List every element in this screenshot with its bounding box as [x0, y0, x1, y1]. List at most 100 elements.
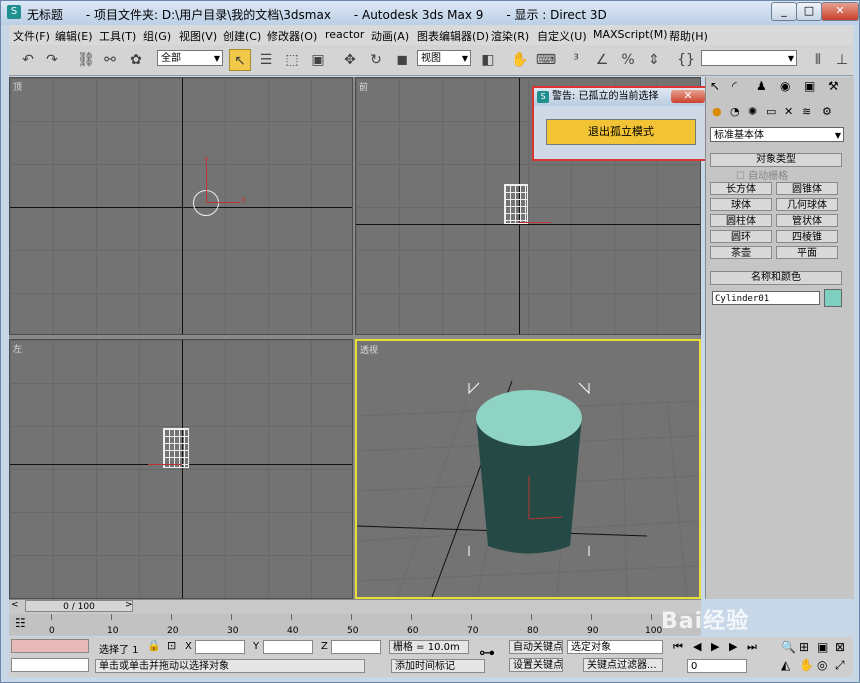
modify-tab-icon[interactable]: ◜: [732, 79, 737, 93]
helpers-icon[interactable]: ✕: [784, 105, 793, 118]
scale-icon[interactable]: ◼: [391, 49, 413, 71]
snaps-toggle-icon[interactable]: ³: [565, 49, 587, 71]
reference-coordinate-dropdown[interactable]: 视图 ▼: [417, 50, 471, 66]
key-mode-dropdown[interactable]: 选定对象: [567, 640, 663, 654]
hierarchy-tab-icon[interactable]: ♟: [756, 79, 767, 93]
selection-filter-dropdown[interactable]: 全部 ▼: [157, 50, 223, 66]
viewport-perspective[interactable]: 透视: [355, 339, 701, 599]
menu-reactor[interactable]: reactor: [325, 28, 364, 41]
viewport-label-left[interactable]: 左: [13, 342, 22, 355]
cylinder-button[interactable]: 圆柱体: [710, 214, 772, 227]
time-slider[interactable]: 0 / 100: [25, 600, 133, 612]
move-icon[interactable]: ✥: [339, 49, 361, 71]
time-next-icon[interactable]: >: [125, 600, 133, 610]
cylinder-left-wireframe[interactable]: [163, 428, 189, 468]
window-crossing-icon[interactable]: ▣: [307, 49, 329, 71]
menu-maxscript[interactable]: MAXScript(M): [593, 28, 668, 41]
pivot-center-icon[interactable]: ◧: [477, 49, 499, 71]
object-name-field[interactable]: Cylinder01: [712, 291, 820, 305]
zoom-extents-all-icon[interactable]: ⊠: [835, 640, 845, 654]
current-frame-field[interactable]: 0: [687, 659, 747, 673]
primitive-category-dropdown[interactable]: 标准基本体 ▼: [710, 127, 844, 142]
viewport-top[interactable]: 顶 y x: [9, 77, 353, 335]
undo-icon[interactable]: ↶: [17, 49, 39, 71]
auto-key-button[interactable]: 自动关键点: [509, 640, 563, 654]
minimize-button[interactable]: _: [771, 2, 797, 21]
field-of-view-icon[interactable]: ◭: [781, 658, 790, 672]
maxscript-listener-mini[interactable]: [11, 639, 89, 653]
key-filters-button[interactable]: 关键点过滤器...: [583, 658, 663, 672]
name-color-rollout-header[interactable]: 名称和颜色: [710, 271, 842, 285]
object-color-swatch[interactable]: [824, 289, 842, 307]
go-to-end-icon[interactable]: ⏭: [747, 640, 757, 654]
object-type-rollout-header[interactable]: 对象类型: [710, 153, 842, 167]
cameras-icon[interactable]: ▭: [766, 105, 776, 118]
box-button[interactable]: 长方体: [710, 182, 772, 195]
autogrid-checkbox[interactable]: ☐ 自动栅格: [736, 167, 788, 182]
menu-help[interactable]: 帮助(H): [669, 28, 708, 44]
absolute-mode-icon[interactable]: ⊡: [167, 639, 176, 652]
dialog-titlebar[interactable]: S 警告: 已孤立的当前选择 ✕: [534, 88, 709, 106]
keyboard-shortcut-icon[interactable]: ⌨: [535, 49, 557, 71]
select-and-link-icon[interactable]: ⛓: [75, 49, 97, 71]
time-prev-icon[interactable]: <: [11, 600, 19, 610]
select-by-name-icon[interactable]: ☰: [255, 49, 277, 71]
track-bar[interactable]: ☷ 0 10 20 30 40 50 60 70 80 90 100: [9, 614, 701, 636]
z-coord-field[interactable]: [331, 640, 381, 654]
viewport-left[interactable]: 左: [9, 339, 353, 599]
dialog-close-button[interactable]: ✕: [671, 90, 705, 103]
orbit-icon[interactable]: ◎: [817, 658, 827, 672]
spinner-snap-icon[interactable]: ⇕: [643, 49, 665, 71]
add-time-tag[interactable]: 添加时间标记: [391, 659, 485, 673]
maximize-viewport-icon[interactable]: ⤢: [835, 658, 845, 673]
viewport-label-perspective[interactable]: 透视: [360, 343, 378, 356]
redo-icon[interactable]: ↷: [41, 49, 63, 71]
align-icon[interactable]: ⊥: [831, 49, 853, 71]
viewport-label-top[interactable]: 顶: [13, 80, 22, 93]
geometry-icon[interactable]: ●: [712, 105, 722, 118]
mirror-icon[interactable]: ⫴: [807, 49, 829, 71]
menu-animation[interactable]: 动画(A): [371, 28, 409, 44]
cylinder-shaded[interactable]: [476, 390, 582, 554]
go-to-start-icon[interactable]: ⏮: [673, 640, 683, 654]
create-tab-icon[interactable]: ↖: [710, 79, 720, 93]
named-selection-sets-dropdown[interactable]: ▼: [701, 50, 797, 66]
menu-rendering[interactable]: 渲染(R): [491, 28, 529, 44]
menu-customize[interactable]: 自定义(U): [537, 28, 587, 44]
lights-icon[interactable]: ✺: [748, 105, 757, 118]
teapot-button[interactable]: 茶壶: [710, 246, 772, 259]
pyramid-button[interactable]: 四棱锥: [776, 230, 838, 243]
torus-button[interactable]: 圆环: [710, 230, 772, 243]
systems-icon[interactable]: ⚙: [822, 105, 832, 118]
previous-frame-icon[interactable]: ◀: [693, 640, 701, 653]
close-button[interactable]: ✕: [821, 2, 859, 21]
zoom-icon[interactable]: 🔍: [781, 640, 796, 654]
shapes-icon[interactable]: ◔: [730, 105, 740, 118]
curve-editor-icon[interactable]: ☷: [15, 616, 26, 630]
maxscript-input-mini[interactable]: [11, 658, 89, 672]
bind-space-warp-icon[interactable]: ✿: [125, 49, 147, 71]
3dsmax-app-icon[interactable]: S: [7, 5, 21, 19]
rotate-icon[interactable]: ↻: [365, 49, 387, 71]
utilities-tab-icon[interactable]: ⚒: [828, 79, 839, 93]
sphere-button[interactable]: 球体: [710, 198, 772, 211]
percent-snap-icon[interactable]: %: [617, 49, 639, 71]
x-coord-field[interactable]: [195, 640, 245, 654]
unlink-icon[interactable]: ⚯: [99, 49, 121, 71]
lock-icon[interactable]: 🔒: [147, 639, 161, 652]
menu-file[interactable]: 文件(F): [13, 28, 50, 44]
zoom-all-icon[interactable]: ⊞: [799, 640, 809, 654]
zoom-extents-icon[interactable]: ▣: [817, 640, 828, 654]
angle-snap-icon[interactable]: ∠: [591, 49, 613, 71]
menu-modifiers[interactable]: 修改器(O): [267, 28, 317, 44]
set-key-button[interactable]: 设置关键点: [509, 658, 563, 672]
next-frame-icon[interactable]: ▶: [729, 640, 737, 653]
motion-tab-icon[interactable]: ◉: [780, 79, 790, 93]
menu-graph-editors[interactable]: 图表编辑器(D): [417, 28, 489, 44]
exit-isolation-button[interactable]: 退出孤立模式: [546, 119, 696, 145]
menu-group[interactable]: 组(G): [143, 28, 171, 44]
play-icon[interactable]: ▶: [711, 640, 719, 653]
tube-button[interactable]: 管状体: [776, 214, 838, 227]
space-warps-icon[interactable]: ≋: [802, 105, 811, 118]
geosphere-button[interactable]: 几何球体: [776, 198, 838, 211]
